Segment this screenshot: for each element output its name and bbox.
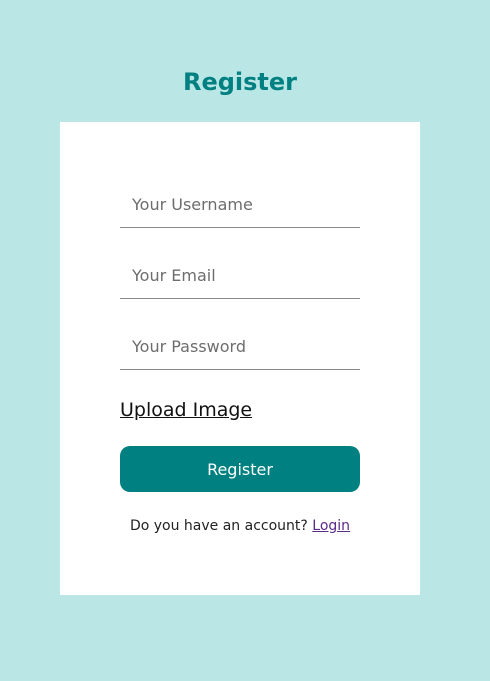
login-prompt-text: Do you have an account? [129, 518, 308, 534]
login-link[interactable]: Login [312, 518, 350, 534]
register-button[interactable]: Register [120, 446, 360, 492]
login-prompt: Do you have an account? Login [60, 516, 420, 536]
email-field-container [120, 253, 360, 299]
username-field-container [120, 182, 360, 228]
password-field-container [120, 324, 360, 370]
password-input[interactable] [120, 324, 360, 369]
email-input[interactable] [120, 253, 360, 298]
username-input[interactable] [120, 182, 360, 227]
register-card: Upload Image Register Do you have an acc… [60, 122, 420, 595]
upload-image-link[interactable]: Upload Image [120, 396, 252, 424]
page-title: Register [182, 68, 298, 96]
